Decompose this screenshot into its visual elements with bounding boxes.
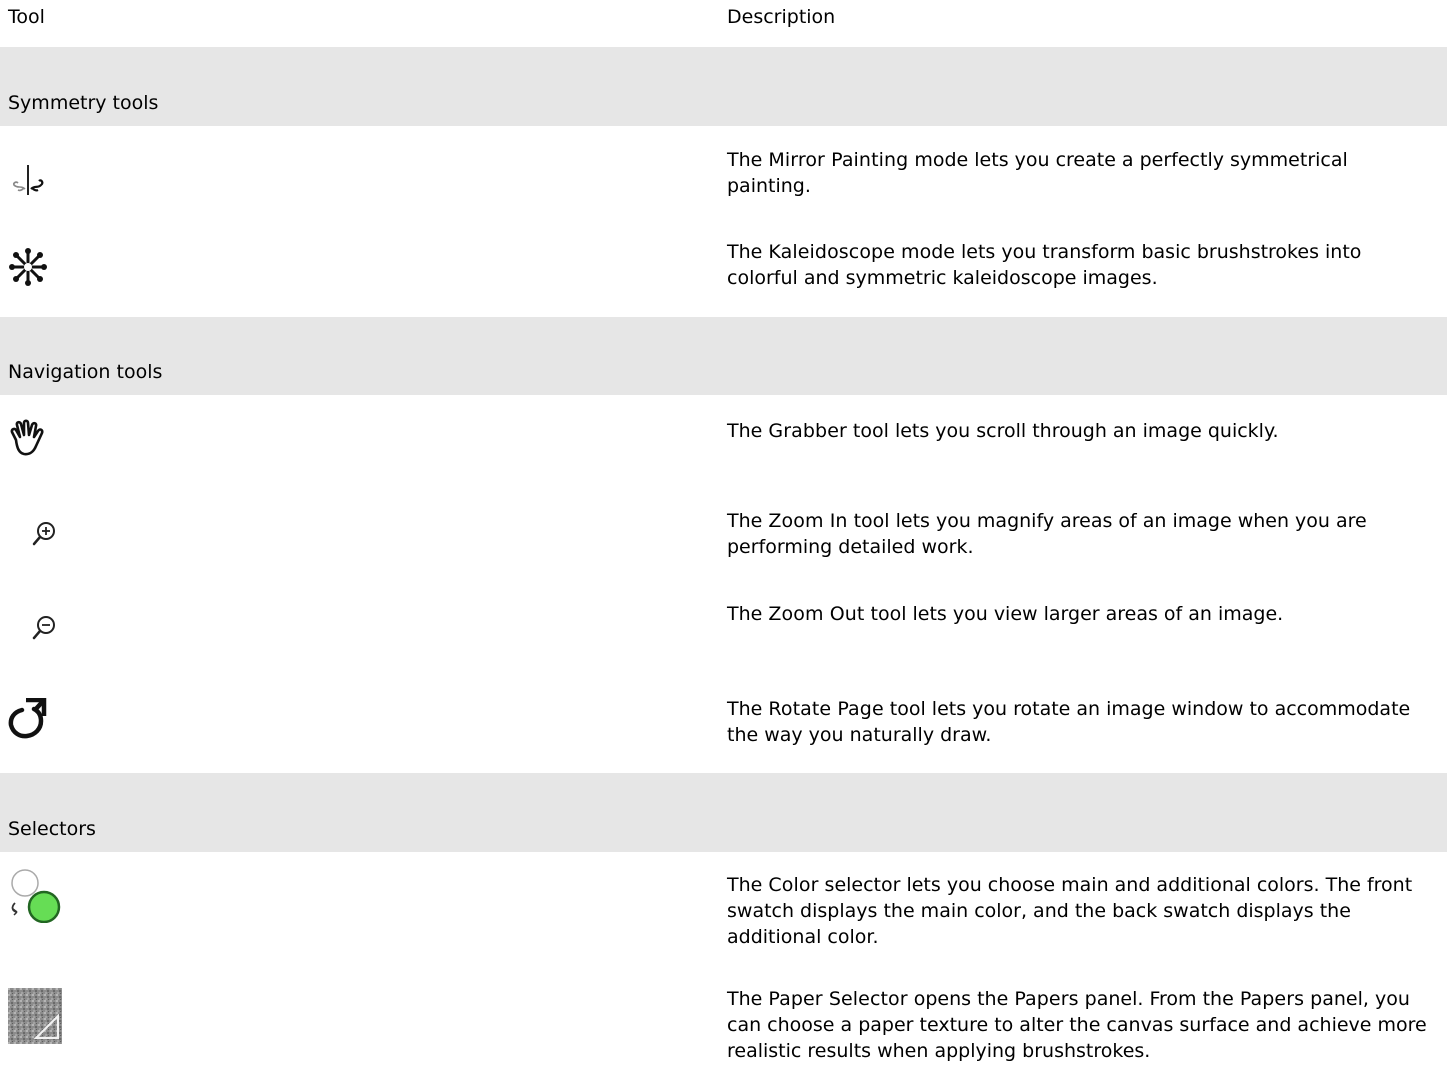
description-cell: The Zoom Out tool lets you view larger a…	[727, 601, 1427, 627]
table-row: The Zoom Out tool lets you view larger a…	[0, 573, 1453, 660]
desc-text: The	[727, 874, 769, 896]
description-cell: The Zoom In tool lets you magnify areas …	[727, 508, 1427, 560]
desc-text: The	[727, 241, 769, 263]
desc-text: panel. From the	[1078, 988, 1240, 1010]
section-title: Symmetry tools	[8, 92, 159, 114]
tool-name: Grabber	[768, 420, 847, 442]
paper-selector-icon	[8, 988, 62, 1044]
table-header: Tool Description	[0, 0, 1453, 46]
desc-text: selector lets you choose main and additi…	[727, 874, 1413, 948]
header-description: Description	[727, 6, 836, 28]
desc-text: The	[727, 149, 769, 171]
description-cell: The Paper Selector opens the Papers pane…	[727, 986, 1427, 1064]
section-header-selectors: Selectors	[0, 773, 1447, 852]
description-cell: The Kaleidoscope mode lets you transform…	[727, 239, 1427, 291]
color-selector-icon	[11, 869, 61, 923]
table-row: The Kaleidoscope mode lets you transform…	[0, 217, 1453, 316]
tool-name: Zoom Out	[768, 603, 865, 625]
desc-text: The	[727, 510, 769, 532]
description-cell: The Grabber tool lets you scroll through…	[727, 418, 1427, 444]
table-row: The Rotate Page tool lets you rotate an …	[0, 660, 1453, 772]
header-tool: Tool	[8, 6, 45, 28]
section-title: Selectors	[8, 818, 96, 840]
desc-text: tool lets you view larger areas of an im…	[864, 603, 1284, 625]
kaleidoscope-icon	[9, 248, 47, 286]
tool-name: Kaleidoscope	[768, 241, 896, 263]
description-cell: The Rotate Page tool lets you rotate an …	[727, 696, 1427, 748]
rotate-page-icon	[8, 698, 47, 739]
desc-text: The	[727, 698, 769, 720]
tool-name: Color	[768, 874, 819, 896]
section-header-navigation: Navigation tools	[0, 317, 1447, 395]
desc-text: The	[727, 420, 769, 442]
panel-name: Papers	[1239, 988, 1305, 1010]
table-row: The Mirror Painting mode lets you create…	[0, 127, 1453, 217]
table-row: The Color selector lets you choose main …	[0, 853, 1453, 974]
section-title: Navigation tools	[8, 361, 163, 383]
desc-text: opens the	[907, 988, 1015, 1010]
tool-name: Rotate Page	[768, 698, 884, 720]
desc-text: tool lets you scroll through an image qu…	[846, 420, 1279, 442]
tool-name: Zoom In	[768, 510, 848, 532]
description-cell: The Color selector lets you choose main …	[727, 872, 1427, 950]
tool-name: Mirror Painting	[768, 149, 909, 171]
mirror-painting-icon	[13, 165, 44, 195]
section-header-symmetry: Symmetry tools	[0, 47, 1447, 126]
grabber-hand-icon	[10, 419, 44, 456]
table-row: The Paper Selector opens the Papers pane…	[0, 974, 1453, 1074]
desc-text: The	[727, 988, 769, 1010]
description-cell: The Mirror Painting mode lets you create…	[727, 147, 1427, 199]
table-row: The Zoom In tool lets you magnify areas …	[0, 487, 1453, 573]
panel-name: Papers	[1014, 988, 1079, 1010]
zoom-out-icon	[32, 616, 55, 640]
tool-name: Paper Selector	[768, 988, 908, 1010]
zoom-in-icon	[32, 522, 55, 546]
table-row: The Grabber tool lets you scroll through…	[0, 396, 1453, 487]
desc-text: The	[727, 603, 769, 625]
